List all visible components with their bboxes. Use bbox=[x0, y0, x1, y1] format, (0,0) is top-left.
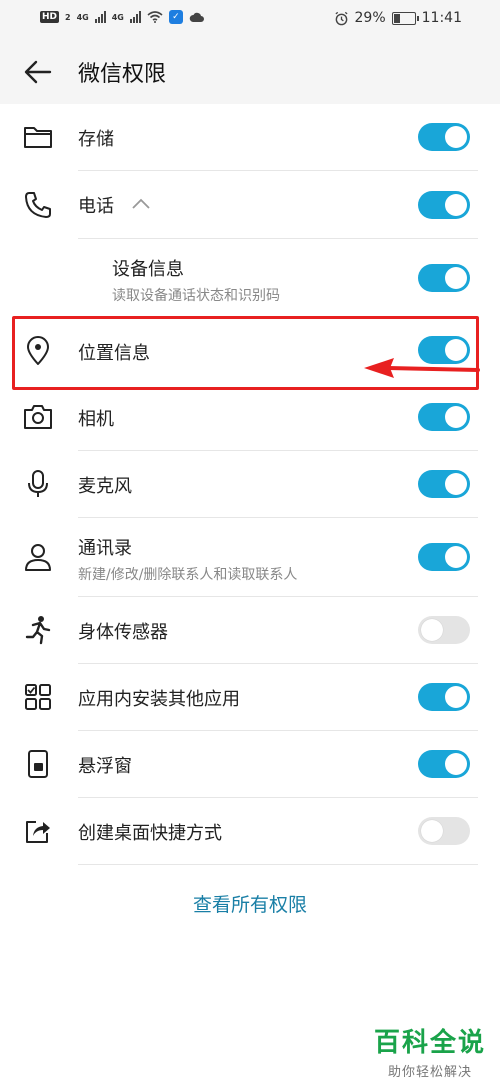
toggle-knob bbox=[445, 546, 467, 568]
clock-time: 11:41 bbox=[421, 10, 462, 26]
toggle-knob bbox=[445, 686, 467, 708]
red-arrow-annotation bbox=[364, 358, 480, 378]
permission-row-microphone[interactable]: 麦克风 bbox=[0, 451, 500, 518]
permission-label: 电话 bbox=[78, 196, 114, 217]
share-shortcut-icon bbox=[22, 815, 54, 847]
permission-row-desktop-shortcut[interactable]: 创建桌面快捷方式 bbox=[0, 798, 500, 865]
contacts-icon bbox=[22, 541, 54, 573]
back-button[interactable] bbox=[22, 56, 54, 88]
permission-row-install-apps[interactable]: 应用内安装其他应用 bbox=[0, 664, 500, 731]
toggle-knob bbox=[445, 126, 467, 148]
permission-row-camera[interactable]: 相机 bbox=[0, 384, 500, 451]
toggle-camera[interactable] bbox=[418, 403, 470, 431]
status-left: HD 2 4G 4G ✓ bbox=[40, 10, 205, 24]
battery-fill bbox=[393, 13, 401, 23]
permission-label: 创建桌面快捷方式 bbox=[78, 823, 222, 844]
watermark: 百科全说 助你轻松解决 bbox=[374, 1022, 486, 1080]
toggle-knob bbox=[445, 473, 467, 495]
cloud-icon bbox=[189, 12, 204, 22]
permission-label: 麦克风 bbox=[78, 476, 132, 497]
toggle-microphone[interactable] bbox=[418, 470, 470, 498]
signal1-label: 4G bbox=[76, 12, 89, 22]
view-all-permissions-link[interactable]: 查看所有权限 bbox=[0, 890, 500, 917]
hd-badge: HD bbox=[40, 11, 60, 23]
watermark-subtitle: 助你轻松解决 bbox=[387, 1065, 472, 1080]
permission-label: 应用内安装其他应用 bbox=[78, 689, 240, 710]
toggle-body-sensors[interactable] bbox=[418, 616, 470, 644]
permission-label: 身体传感器 bbox=[78, 622, 168, 643]
camera-icon bbox=[22, 401, 54, 433]
permission-label: 存储 bbox=[78, 129, 114, 150]
permission-label: 设备信息 bbox=[112, 259, 184, 280]
toggle-contacts[interactable] bbox=[418, 543, 470, 571]
apps-grid-icon bbox=[22, 681, 54, 713]
toggle-floating-window[interactable] bbox=[418, 750, 470, 778]
phone-icon bbox=[22, 189, 54, 221]
permission-row-storage[interactable]: 存储 bbox=[0, 104, 500, 171]
signal-strength-icon-2 bbox=[129, 11, 141, 23]
app-bar: 微信权限 bbox=[0, 38, 500, 104]
permission-row-floating-window[interactable]: 悬浮窗 bbox=[0, 731, 500, 798]
toggle-knob bbox=[445, 753, 467, 775]
status-right: 29% 11:41 bbox=[334, 10, 462, 26]
chevron-up-icon[interactable] bbox=[132, 198, 150, 210]
battery-icon bbox=[391, 11, 419, 25]
permission-label: 悬浮窗 bbox=[78, 756, 132, 777]
toggle-knob bbox=[445, 267, 467, 289]
permission-row-device-info[interactable]: 设备信息 读取设备通话状态和识别码 bbox=[0, 239, 500, 318]
toggle-knob bbox=[445, 194, 467, 216]
toggle-knob bbox=[445, 406, 467, 428]
toggle-storage[interactable] bbox=[418, 123, 470, 151]
permission-label: 相机 bbox=[78, 409, 114, 430]
permission-label: 通讯录 bbox=[78, 538, 132, 559]
signal-strength-icon bbox=[94, 11, 106, 23]
permission-row-phone[interactable]: 电话 bbox=[0, 171, 500, 239]
watermark-title: 百科全说 bbox=[373, 1028, 486, 1058]
divider bbox=[78, 864, 478, 865]
page-title: 微信权限 bbox=[78, 62, 167, 87]
microphone-icon bbox=[22, 468, 54, 500]
toggle-knob bbox=[421, 820, 443, 842]
wifi-icon bbox=[147, 11, 163, 23]
back-arrow-icon bbox=[24, 60, 52, 84]
toggle-phone[interactable] bbox=[418, 191, 470, 219]
floating-window-icon bbox=[22, 748, 54, 780]
permission-row-contacts[interactable]: 通讯录 新建/修改/删除联系人和读取联系人 bbox=[0, 518, 500, 597]
battery-percent: 29% bbox=[354, 10, 386, 26]
toggle-desktop-shortcut[interactable] bbox=[418, 817, 470, 845]
permission-description: 读取设备通话状态和识别码 bbox=[112, 288, 280, 304]
permission-description: 新建/修改/删除联系人和读取联系人 bbox=[78, 567, 298, 583]
toggle-device-info[interactable] bbox=[418, 264, 470, 292]
folder-icon bbox=[22, 121, 54, 153]
status-bar: HD 2 4G 4G ✓ 29% 11:41 bbox=[0, 0, 500, 38]
running-person-icon bbox=[22, 614, 54, 646]
hd-sub: 2 bbox=[65, 12, 71, 22]
signal2-label: 4G bbox=[111, 12, 124, 22]
alarm-clock-icon bbox=[334, 11, 348, 25]
shield-icon: ✓ bbox=[168, 10, 183, 24]
toggle-knob bbox=[421, 619, 443, 641]
permission-row-body-sensors[interactable]: 身体传感器 bbox=[0, 597, 500, 664]
toggle-install-apps[interactable] bbox=[418, 683, 470, 711]
